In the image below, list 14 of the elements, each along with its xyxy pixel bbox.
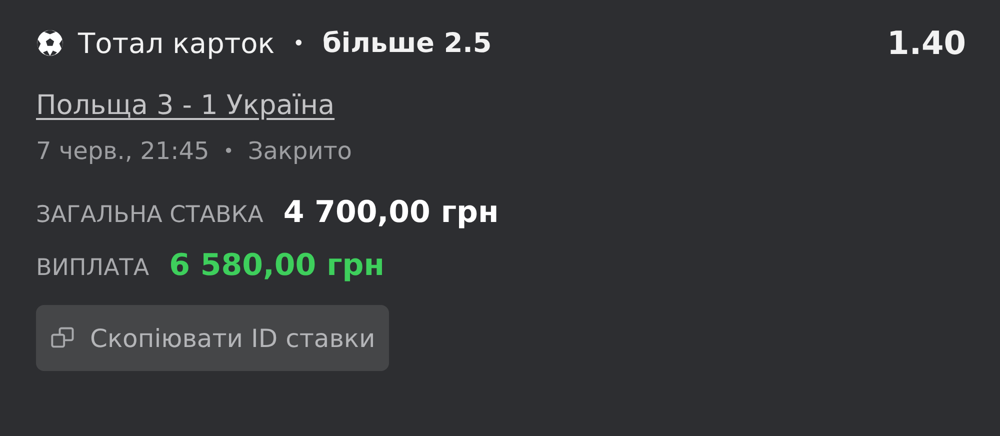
- separator-dot: •: [292, 31, 304, 55]
- selection: більше 2.5: [322, 28, 492, 58]
- amount-label: ВИПЛАТА: [36, 255, 150, 281]
- separator-dot: •: [223, 140, 234, 162]
- copy-id-button[interactable]: Скопіювати ID ставки: [36, 305, 390, 371]
- market-name: Тотал карток: [78, 26, 275, 60]
- match-status: Закрито: [248, 137, 352, 165]
- match-date: 7 черв., 21:45: [36, 137, 210, 165]
- soccer-ball-icon: [36, 29, 64, 57]
- odds: 1.40: [887, 24, 966, 62]
- amount-value: 6 580,00 грн: [169, 248, 384, 283]
- amount-value: 4 700,00 грн: [283, 195, 499, 230]
- amount-label: ЗАГАЛЬНА СТАВКА: [36, 202, 264, 228]
- match-link[interactable]: Польща 3 - 1 Україна: [36, 90, 335, 121]
